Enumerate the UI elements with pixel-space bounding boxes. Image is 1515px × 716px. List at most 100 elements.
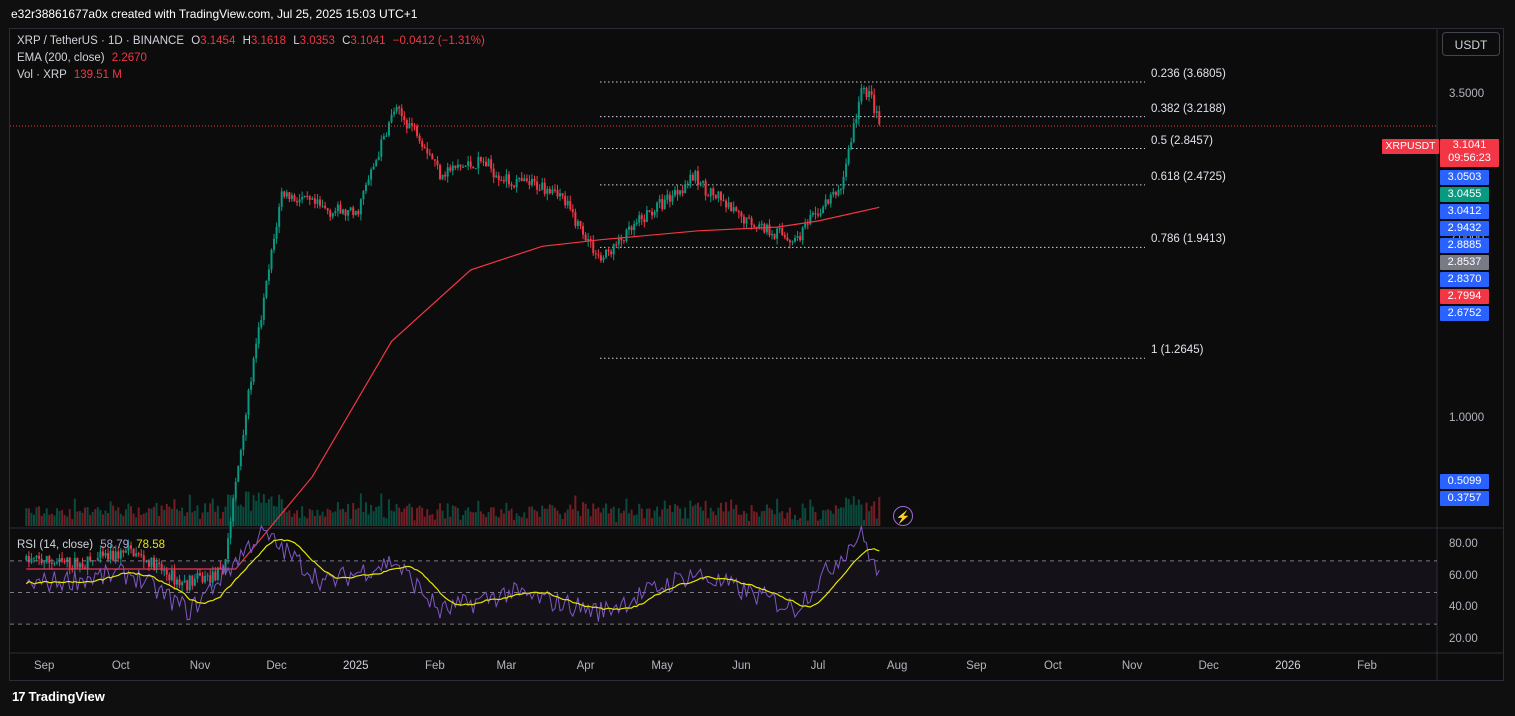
candle-body xyxy=(702,180,705,183)
volume-bar xyxy=(313,516,316,526)
volume-bar xyxy=(525,518,528,526)
volume-bar xyxy=(740,514,743,526)
volume-bar xyxy=(507,510,510,526)
volume-bar xyxy=(625,498,628,526)
candle-body xyxy=(569,200,572,210)
volume-bar xyxy=(387,499,390,526)
chart-canvas[interactable] xyxy=(0,0,1515,716)
candle-body xyxy=(778,228,781,230)
time-tick-label: Aug xyxy=(886,660,908,672)
tradingview-logo[interactable]: 17 TradingView xyxy=(12,689,105,704)
lightning-icon[interactable]: ⚡ xyxy=(893,506,913,526)
candle-body xyxy=(561,193,564,196)
time-tick-label: Dec xyxy=(1198,660,1219,672)
candle-body xyxy=(638,215,641,223)
volume-bar xyxy=(564,512,567,526)
time-tick-label: Oct xyxy=(1043,660,1062,672)
volume-bar xyxy=(653,510,656,526)
candle-body xyxy=(237,466,240,482)
candle-body xyxy=(696,170,699,185)
volume-bar xyxy=(347,503,350,526)
candle-body xyxy=(765,224,768,233)
volume-bar xyxy=(45,508,48,526)
volume-bar xyxy=(730,499,733,526)
candle-body xyxy=(564,195,567,206)
candle-body xyxy=(428,153,431,155)
price-level-badge: 3.0455 xyxy=(1440,187,1489,202)
candle-body xyxy=(783,235,786,238)
candle-body xyxy=(592,241,595,254)
candle-body xyxy=(732,207,735,212)
fib-level-label: 0.618 (2.4725) xyxy=(1151,170,1226,183)
candle-body xyxy=(691,174,694,181)
volume-bar xyxy=(497,517,500,526)
ema-label[interactable]: EMA (200, close) xyxy=(17,52,105,64)
volume-bar xyxy=(160,505,163,526)
candle-body xyxy=(717,191,720,199)
volume-bar xyxy=(250,510,253,526)
candle-body xyxy=(349,207,352,211)
candle-body xyxy=(584,234,587,241)
volume-bar xyxy=(186,512,189,526)
price-tick-label: 3.5000 xyxy=(1449,88,1485,100)
volume-bar xyxy=(84,507,87,526)
volume-bar xyxy=(643,518,646,526)
symbol-label[interactable]: XRP / TetherUS · 1D · BINANCE xyxy=(17,35,184,47)
candle-body xyxy=(400,108,403,117)
time-tick-label: Sep xyxy=(33,660,55,672)
volume-bar xyxy=(206,512,209,526)
candle-body xyxy=(469,161,472,167)
time-tick-label: Dec xyxy=(266,660,287,672)
candle-body xyxy=(262,297,265,320)
rsi-tick-label: 80.00 xyxy=(1449,538,1478,550)
volume-bar xyxy=(492,507,495,526)
volume-bar xyxy=(288,510,291,526)
rsi-label[interactable]: RSI (14, close) xyxy=(17,539,93,551)
volume-bar xyxy=(290,516,293,526)
volume-bar xyxy=(329,510,332,526)
volume-bar xyxy=(556,510,559,526)
candle-body xyxy=(449,167,452,171)
candle-body xyxy=(418,135,421,142)
volume-bar xyxy=(265,502,268,526)
volume-bar xyxy=(255,500,258,526)
volume-bar xyxy=(727,511,730,526)
volume-bar xyxy=(168,506,171,526)
volume-bar xyxy=(43,513,46,526)
candle-body xyxy=(273,238,276,250)
candle-body xyxy=(707,195,710,197)
volume-bar xyxy=(737,514,740,526)
volume-bar xyxy=(68,509,71,526)
price-level-badge: 2.9432 xyxy=(1440,221,1489,236)
candle-body xyxy=(753,225,756,227)
volume-bar xyxy=(676,505,679,526)
rsi-legend: RSI (14, close) 58.79 78.58 xyxy=(17,539,165,551)
volume-bar xyxy=(441,510,444,526)
candle-body xyxy=(582,226,585,235)
volume-bar xyxy=(530,506,533,526)
volume-bar xyxy=(130,506,133,526)
candle-body xyxy=(234,481,237,499)
volume-bar xyxy=(518,515,521,526)
candle-body xyxy=(834,191,837,196)
volume-bar xyxy=(765,504,768,526)
volume-bar xyxy=(862,519,865,526)
volume-bar xyxy=(528,506,531,526)
volume-bar xyxy=(878,496,881,526)
volume-bar xyxy=(538,516,541,526)
volume-bar xyxy=(451,505,454,526)
volume-bar xyxy=(341,508,344,526)
candle-body xyxy=(847,149,850,164)
volume-bar xyxy=(548,504,551,526)
candle-body xyxy=(599,255,602,261)
candle-body xyxy=(839,189,842,191)
candle-body xyxy=(387,122,390,136)
volume-label[interactable]: Vol · XRP xyxy=(17,69,67,81)
currency-unit-button[interactable]: USDT xyxy=(1442,32,1500,56)
volume-bar xyxy=(344,511,347,526)
volume-bar xyxy=(30,512,33,526)
candle-body xyxy=(354,210,357,215)
candle-body xyxy=(829,194,832,204)
rsi-value: 58.79 xyxy=(100,539,130,551)
volume-bar xyxy=(349,518,352,526)
